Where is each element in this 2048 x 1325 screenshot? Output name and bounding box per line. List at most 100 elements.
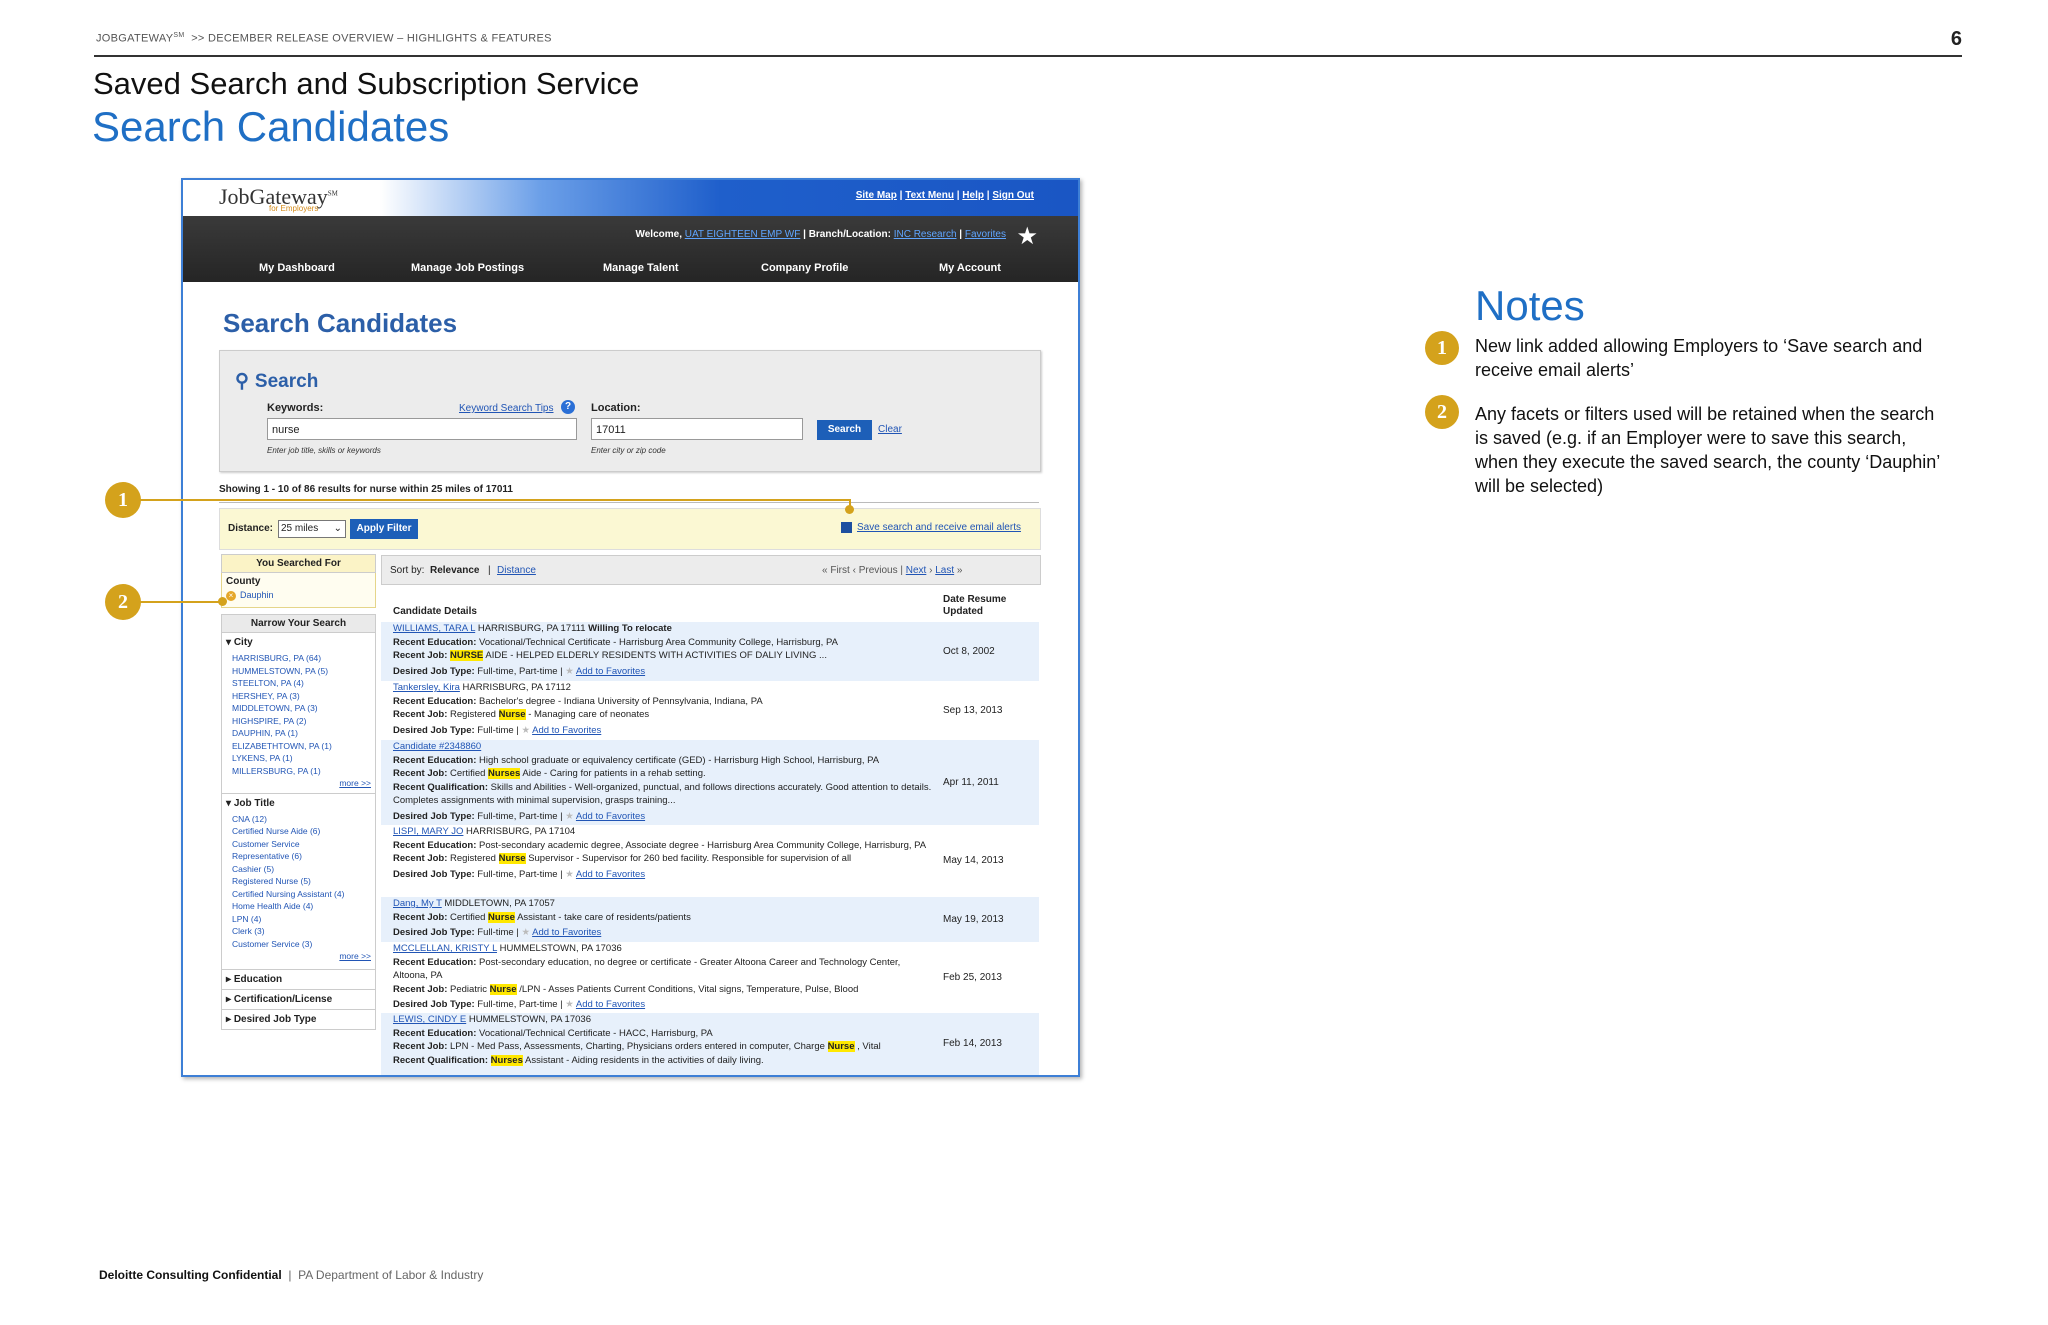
welcome-user-link[interactable]: UAT EIGHTEEN EMP WF	[685, 229, 801, 240]
link-site-map[interactable]: Site Map	[856, 190, 897, 201]
link-sign-out[interactable]: Sign Out	[992, 190, 1034, 201]
candidate-row: Dang, My T MIDDLETOWN, PA 17057 Recent Jo…	[381, 897, 1039, 942]
candidate-name-link[interactable]: LISPI, MARY JO	[393, 826, 463, 837]
facet-link[interactable]: HIGHSPIRE, PA (2)	[232, 715, 375, 728]
facet-link[interactable]: LYKENS, PA (1)	[232, 752, 375, 765]
facet-city-header[interactable]: ▾ City	[222, 633, 375, 652]
add-to-favorites-link[interactable]: Add to Favorites	[576, 666, 645, 677]
facet-link[interactable]: ELIZABETHTOWN, PA (1)	[232, 740, 375, 753]
facet-link[interactable]: CNA (12)	[232, 813, 375, 826]
add-to-favorites-link[interactable]: Add to Favorites	[532, 725, 601, 736]
facet-link[interactable]: Certified Nursing Assistant (4)	[232, 888, 375, 901]
desired-value: Full-time |	[477, 724, 522, 736]
nav-manage-talent[interactable]: Manage Talent	[603, 262, 679, 274]
nav-my-account[interactable]: My Account	[939, 262, 1001, 274]
candidate-details: Dang, My T MIDDLETOWN, PA 17057 Recent Jo…	[393, 897, 933, 940]
app-page-title: Search Candidates	[223, 308, 458, 338]
facet-link[interactable]: STEELTON, PA (4)	[232, 677, 375, 690]
facet-desired-header[interactable]: ▸ Desired Job Type	[222, 1008, 375, 1029]
facet-link[interactable]: Representative (6)	[232, 850, 375, 863]
add-to-favorites-link[interactable]: Add to Favorites	[532, 927, 601, 938]
facet-link[interactable]: Certified Nurse Aide (6)	[232, 825, 375, 838]
candidate-name-link[interactable]: Dang, My T	[393, 898, 442, 909]
candidate-name-link[interactable]: MCCLELLAN, KRISTY L	[393, 943, 497, 954]
candidate-details: LEWIS, CINDY E HUMMELSTOWN, PA 17036 Rece…	[393, 1013, 933, 1067]
line-text: - Managing care of neonates	[528, 709, 650, 720]
candidate-row: LEWIS, CINDY E HUMMELSTOWN, PA 17036 Rece…	[381, 1013, 1039, 1075]
footer-client: PA Department of Labor & Industry	[298, 1268, 484, 1282]
county-filter-chip[interactable]: × Dauphin	[226, 590, 371, 601]
favorite-star-icon[interactable]: ★	[521, 927, 532, 938]
callout-1-badge: 1	[105, 482, 141, 518]
pager-next[interactable]: Next	[906, 565, 927, 576]
candidate-row: MCCLELLAN, KRISTY L HUMMELSTOWN, PA 1703…	[381, 942, 1039, 1013]
facet-link[interactable]: LPN (4)	[232, 913, 375, 926]
nav-my-dashboard[interactable]: My Dashboard	[259, 262, 335, 274]
pager-last[interactable]: Last	[935, 565, 954, 576]
candidate-line: Recent Job: Registered Nurse Supervisor …	[393, 852, 933, 866]
date-updated: Feb 14, 2013	[943, 1038, 1002, 1049]
facet-cert-header[interactable]: ▸ Certification/License	[222, 988, 375, 1009]
distance-select[interactable]: 25 miles ⌄	[278, 520, 346, 538]
add-to-favorites-link[interactable]: Add to Favorites	[576, 811, 645, 822]
facet-link[interactable]: HUMMELSTOWN, PA (5)	[232, 665, 375, 678]
candidate-line: Recent Job: Pediatric Nurse /LPN - Asses…	[393, 983, 933, 997]
save-search-link[interactable]: Save search and receive email alerts	[857, 522, 1021, 533]
sort-relevance[interactable]: Relevance	[430, 565, 479, 576]
line-label: Recent Education:	[393, 695, 480, 707]
sort-distance[interactable]: Distance	[497, 565, 536, 576]
desired-label: Desired Job Type:	[393, 999, 478, 1010]
candidate-details: MCCLELLAN, KRISTY L HUMMELSTOWN, PA 1703…	[393, 942, 933, 1012]
line-label: Recent Job:	[393, 911, 451, 923]
candidate-location: HARRISBURG, PA 17112	[459, 682, 571, 693]
facet-link[interactable]: MIDDLETOWN, PA (3)	[232, 702, 375, 715]
candidate-name-link[interactable]: WILLIAMS, TARA L	[393, 623, 475, 634]
keywords-input[interactable]: nurse	[267, 418, 577, 440]
facet-link[interactable]: Customer Service	[232, 838, 375, 851]
candidate-name-link[interactable]: Tankersley, Kira	[393, 682, 460, 693]
candidate-line: Recent Education: High school graduate o…	[393, 754, 933, 768]
favorites-link[interactable]: Favorites	[965, 229, 1006, 240]
candidate-name-link[interactable]: LEWIS, CINDY E	[393, 1014, 466, 1025]
add-to-favorites-link[interactable]: Add to Favorites	[576, 869, 645, 880]
link-text-menu[interactable]: Text Menu	[905, 190, 954, 201]
candidate-line: Recent Job: NURSE AIDE - HELPED ELDERLY …	[393, 649, 933, 663]
facet-link[interactable]: MILLERSBURG, PA (1)	[232, 765, 375, 778]
search-panel-title: ⚲ Search	[235, 370, 318, 393]
favorite-star-icon[interactable]: ★	[521, 725, 532, 736]
facet-link[interactable]: Home Health Aide (4)	[232, 900, 375, 913]
note-1-text: New link added allowing Employers to ‘Sa…	[1475, 336, 1923, 380]
facet-link[interactable]: Registered Nurse (5)	[232, 875, 375, 888]
divider	[219, 502, 1039, 503]
facet-link[interactable]: DAUPHIN, PA (1)	[232, 727, 375, 740]
facet-job-title-header[interactable]: ▾ Job Title	[222, 792, 375, 813]
candidate-name-link[interactable]: Candidate #2348860	[393, 741, 481, 752]
facet-link[interactable]: HARRISBURG, PA (64)	[232, 652, 375, 665]
favorite-star-icon[interactable]: ★	[565, 999, 576, 1010]
link-help[interactable]: Help	[962, 190, 984, 201]
facet-education-header[interactable]: ▸ Education	[222, 968, 375, 989]
facet-link[interactable]: Clerk (3)	[232, 925, 375, 938]
branch-link[interactable]: INC Research	[894, 229, 957, 240]
add-to-favorites-link[interactable]: Add to Favorites	[576, 999, 645, 1010]
facet-link[interactable]: HERSHEY, PA (3)	[232, 690, 375, 703]
location-input[interactable]: 17011	[591, 418, 803, 440]
favorite-star-icon[interactable]: ★	[565, 666, 576, 677]
line-label: Recent Job:	[393, 1041, 451, 1052]
facet-link[interactable]: Customer Service (3)	[232, 938, 375, 951]
nav-manage-job-postings[interactable]: Manage Job Postings	[411, 262, 524, 274]
favorites-star-icon[interactable]: ★	[1016, 222, 1038, 251]
more-jobs-link[interactable]: more >>	[232, 950, 375, 963]
search-button[interactable]: Search	[817, 420, 872, 440]
more-cities-link[interactable]: more >>	[232, 777, 375, 790]
remove-icon[interactable]: ×	[226, 591, 236, 601]
favorite-star-icon[interactable]: ★	[565, 811, 576, 822]
apply-filter-button[interactable]: Apply Filter	[350, 519, 418, 539]
facet-link[interactable]: Cashier (5)	[232, 863, 375, 876]
keyword-tips-link[interactable]: Keyword Search Tips	[459, 403, 554, 414]
help-icon[interactable]: ?	[561, 400, 575, 414]
nav-company-profile[interactable]: Company Profile	[761, 262, 848, 274]
clear-link[interactable]: Clear	[878, 424, 902, 435]
desired-job-line: Desired Job Type: Full-time, Part-time |…	[393, 665, 933, 679]
favorite-star-icon[interactable]: ★	[565, 869, 576, 880]
